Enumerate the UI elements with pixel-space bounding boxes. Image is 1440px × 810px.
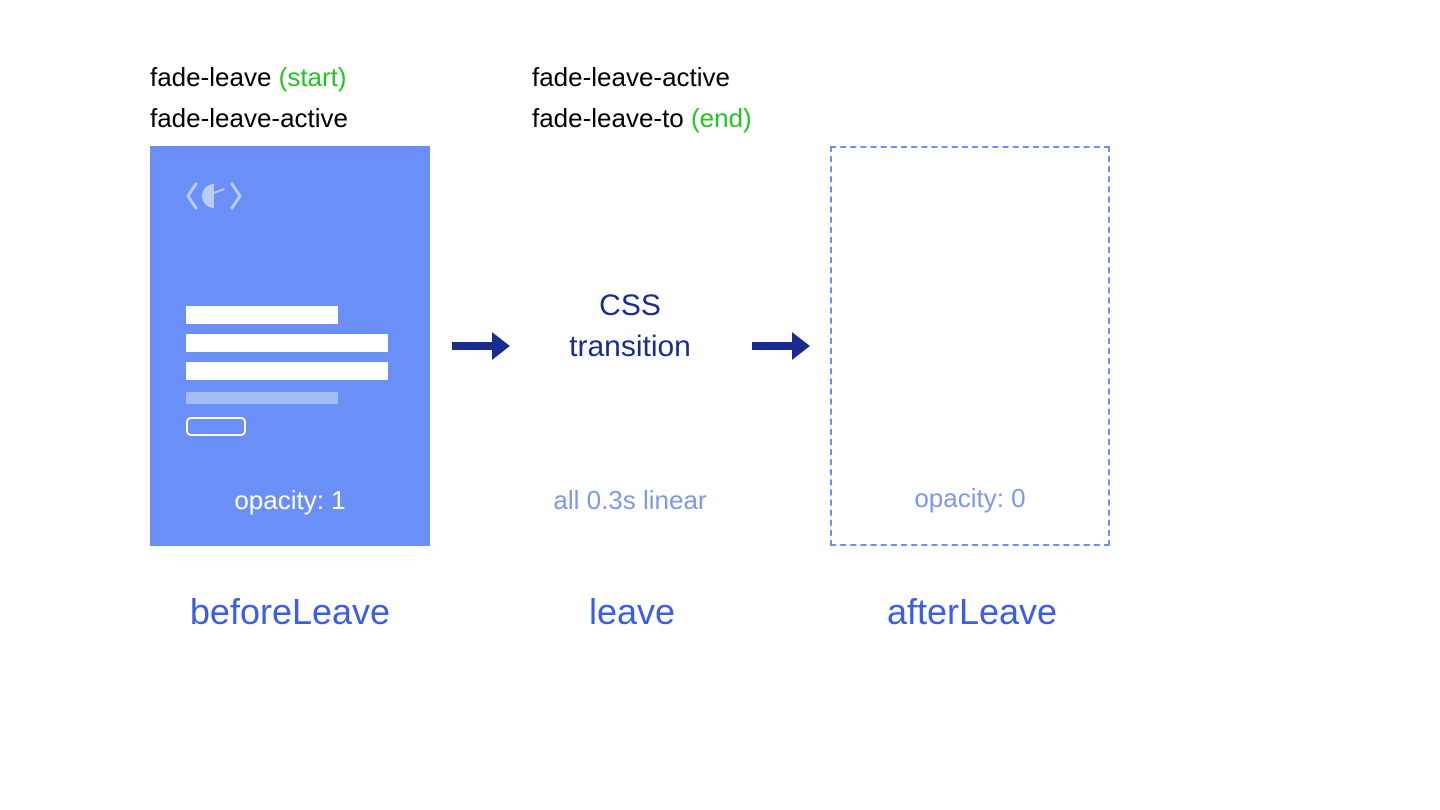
button-placeholder [186, 417, 246, 436]
labels-col-1: fade-leave (start) fade-leave-active [150, 60, 430, 136]
bar [186, 362, 388, 380]
bar [186, 334, 388, 352]
content-bars [186, 306, 388, 436]
label-suffix-end: (end) [691, 103, 752, 133]
css-transition-label: CSS transition [530, 286, 730, 367]
label-fade-leave-active-2: fade-leave-active [532, 60, 872, 95]
bar-muted [186, 392, 338, 404]
label-fade-leave-start: fade-leave (start) [150, 60, 430, 95]
label-fade-leave-to-end: fade-leave-to (end) [532, 101, 872, 136]
class-labels-row: fade-leave (start) fade-leave-active fad… [150, 60, 1290, 136]
arrow-1 [430, 330, 530, 362]
opacity-label-start: opacity: 1 [150, 485, 430, 516]
opacity-label-end: opacity: 0 [832, 483, 1108, 514]
stages-row: opacity: 1 CSS transition all 0.3s linea… [150, 146, 1290, 546]
hook-after-leave: afterLeave [832, 591, 1112, 633]
labels-col-2: fade-leave-active fade-leave-to (end) [532, 60, 872, 136]
arrow-2 [730, 330, 830, 362]
transition-center: CSS transition all 0.3s linear [530, 146, 730, 546]
transition-timing: all 0.3s linear [530, 485, 730, 516]
label-text: fade-leave [150, 62, 279, 92]
hooks-row: beforeLeave leave afterLeave [150, 591, 1290, 633]
label-text: fade-leave-to [532, 103, 691, 133]
hook-leave: leave [532, 591, 732, 633]
arrow-right-icon [448, 330, 512, 362]
card-end: opacity: 0 [830, 146, 1110, 546]
css-label-line1: CSS [530, 286, 730, 327]
label-fade-leave-active-1: fade-leave-active [150, 101, 430, 136]
card-start: opacity: 1 [150, 146, 430, 546]
bar [186, 306, 338, 324]
label-suffix-start: (start) [279, 62, 347, 92]
arrow-right-icon [748, 330, 812, 362]
transition-diagram: fade-leave (start) fade-leave-active fad… [150, 60, 1290, 633]
hook-before-leave: beforeLeave [150, 591, 430, 633]
code-logo-icon [186, 180, 242, 217]
css-label-line2: transition [530, 327, 730, 368]
